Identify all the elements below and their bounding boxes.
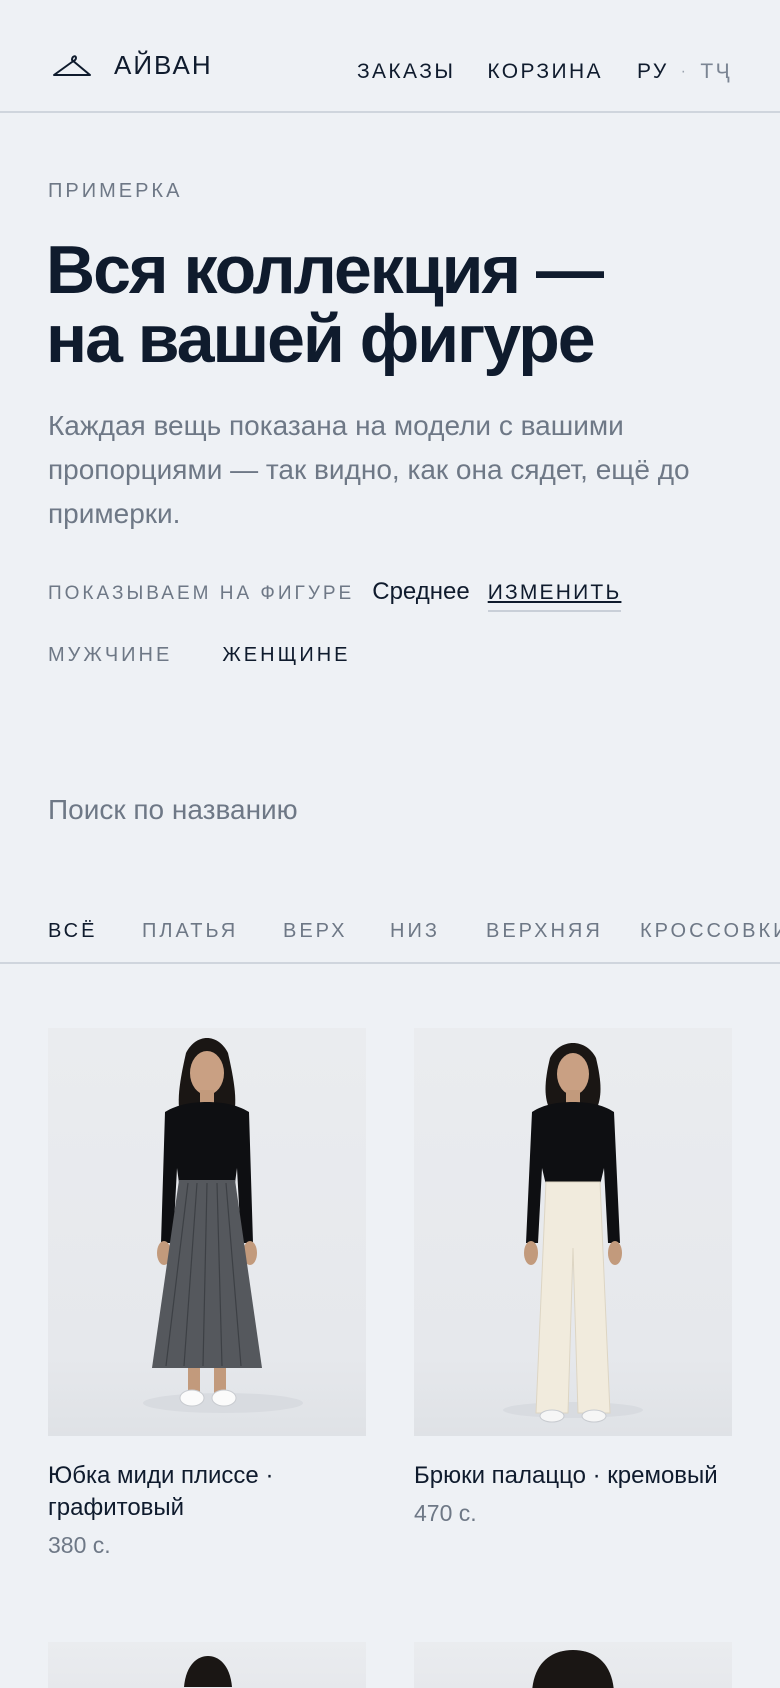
lead-text: Каждая вещь показана на модели с вашими … (48, 410, 690, 529)
model-figure-partial (184, 1656, 232, 1687)
tab-tops[interactable]: ВЕРХ (283, 920, 347, 943)
tab-bottoms[interactable]: НИЗ (390, 920, 440, 943)
product-card[interactable] (48, 1642, 366, 1688)
tab-sneakers[interactable]: КРОССОВКИ (640, 920, 780, 943)
lang-separator: · (680, 63, 689, 80)
product-card[interactable] (414, 1642, 732, 1688)
figure-label: ПОКАЗЫВАЕМ НА ФИГУРЕ (48, 583, 355, 604)
product-photo[interactable] (414, 1642, 732, 1688)
gender-men-option[interactable]: МУЖЧИНЕ (48, 644, 172, 667)
nav-cart[interactable]: КОРЗИНА (487, 60, 603, 84)
product-card[interactable]: Брюки палаццо · кремовый 470 с. (414, 1028, 732, 1527)
section-eyebrow: ПРИМЕРКА (48, 180, 183, 202)
figure-value: Среднее (372, 578, 470, 605)
title-line-1: Вся коллекция — (46, 232, 604, 308)
tab-dresses[interactable]: ПЛАТЬЯ (142, 920, 238, 943)
product-name[interactable]: Брюки палаццо · кремовый (414, 1460, 732, 1492)
tab-all[interactable]: ВСЁ (48, 920, 97, 943)
model-figure-trousers (503, 1043, 643, 1423)
page-title: Вся коллекция — на вашей фигуре (46, 236, 746, 374)
product-name[interactable]: Юбка миди плиссе · графитовый (48, 1460, 366, 1524)
tab-outerwear[interactable]: ВЕРХНЯЯ (486, 920, 603, 943)
product-price: 380 с. (48, 1532, 111, 1558)
product-photo[interactable] (414, 1028, 732, 1436)
hanger-icon (52, 53, 92, 79)
gender-women-option[interactable]: ЖЕНЩИНЕ (222, 644, 350, 667)
top-header: АЙВАН ЗАКАЗЫ КОРЗИНА РУ · ТҶ (0, 0, 780, 113)
model-figure-partial (532, 1650, 614, 1688)
gender-toggle: МУЖЧИНЕ ЖЕНЩИНЕ (48, 644, 351, 667)
top-nav: ЗАКАЗЫ КОРЗИНА РУ · ТҶ (357, 60, 732, 84)
nav-orders[interactable]: ЗАКАЗЫ (357, 60, 455, 84)
product-photo[interactable] (48, 1642, 366, 1688)
lang-ru[interactable]: РУ (637, 60, 669, 84)
change-figure-link[interactable]: ИЗМЕНИТЬ (487, 581, 622, 612)
product-photo[interactable] (48, 1028, 366, 1436)
product-card[interactable]: Юбка миди плиссе · графитовый 380 с. (48, 1028, 366, 1559)
bottom-garment (535, 1181, 611, 1414)
brand[interactable]: АЙВАН (52, 50, 213, 81)
category-tabs: ВСЁ ПЛАТЬЯ ВЕРХ НИЗ ВЕРХНЯЯ КРОССОВКИ (0, 900, 780, 964)
title-line-2: на вашей фигуре (46, 301, 596, 377)
brand-name: АЙВАН (114, 50, 213, 80)
model-figure-skirt (143, 1038, 303, 1413)
page: АЙВАН ЗАКАЗЫ КОРЗИНА РУ · ТҶ ПРИМЕРКА Вс… (0, 0, 780, 1688)
lang-tj[interactable]: ТҶ (700, 60, 732, 84)
product-price: 470 с. (414, 1500, 477, 1526)
figure-selector: ПОКАЗЫВАЕМ НА ФИГУРЕ Среднее ИЗМЕНИТЬ (48, 578, 622, 612)
search-input[interactable] (48, 788, 738, 832)
